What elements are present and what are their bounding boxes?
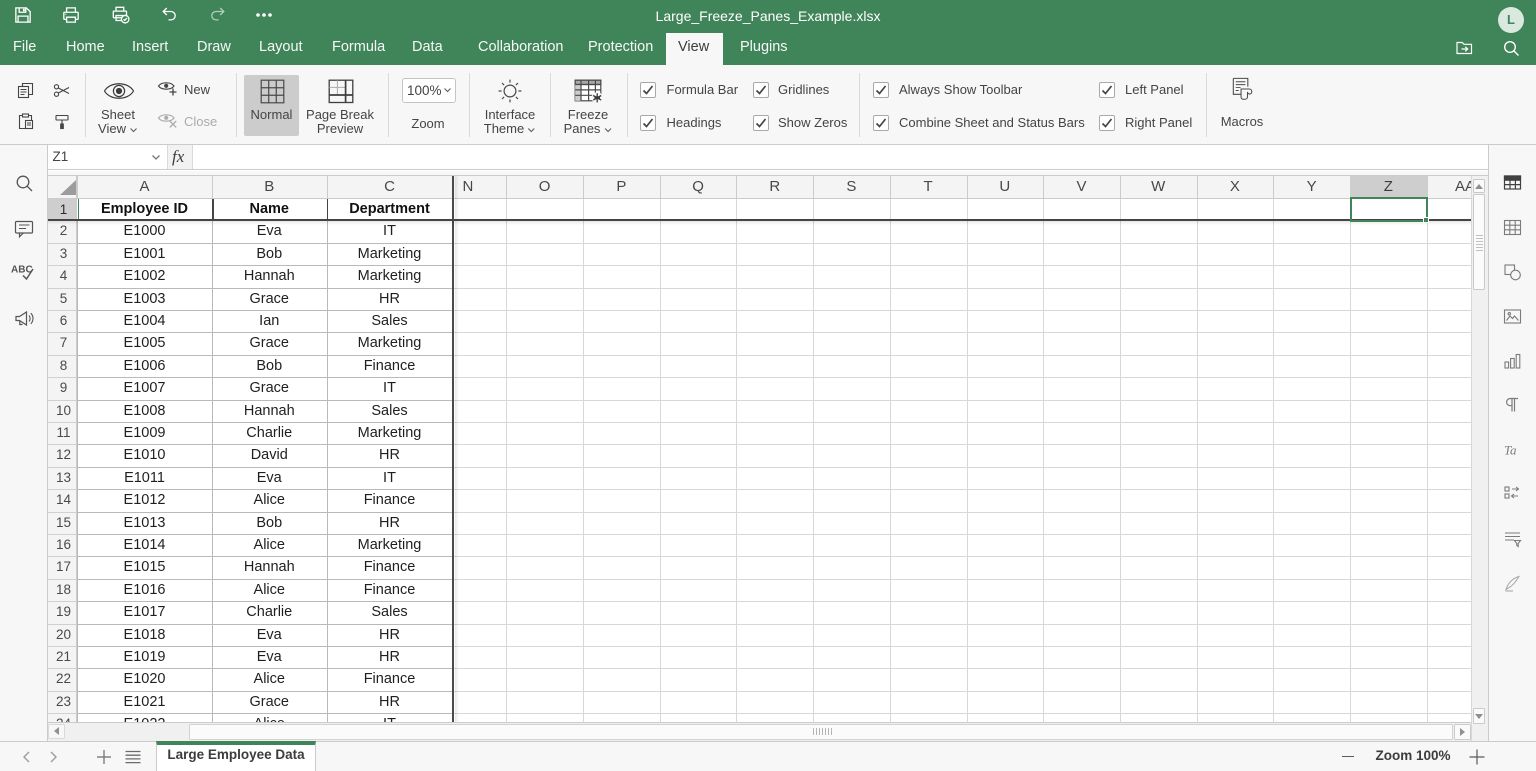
svg-text:Ta: Ta — [1504, 443, 1517, 458]
